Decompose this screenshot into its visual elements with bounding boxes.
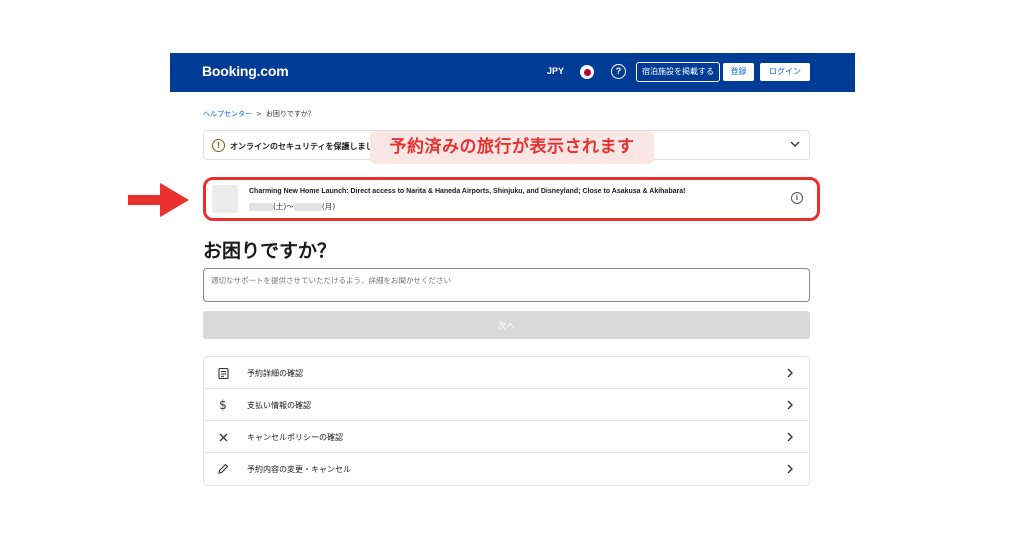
info-icon[interactable]: i [791, 192, 803, 204]
next-button[interactable]: 次へ [203, 311, 810, 339]
dollar-icon: $ [219, 398, 227, 412]
chevron-down-icon[interactable] [789, 138, 801, 150]
help-center-page: Booking.com JPY ? 宿泊施設を掲載する 登録 ログイン ヘルプセ… [170, 53, 855, 493]
breadcrumb-current: お困りですか？ [265, 110, 315, 118]
warning-icon: ! [212, 139, 225, 152]
login-button[interactable]: ログイン [760, 63, 810, 81]
checkout-date-redacted [293, 202, 322, 211]
security-banner-text: オンラインのセキュリティを保護しまし [230, 142, 374, 151]
checkout-day: (月) [321, 202, 336, 211]
help-options-list: 予約詳細の確認 $ 支払い情報の確認 キャンセルポリシーの確認 予約内容の変更・… [203, 356, 810, 486]
red-arrow-icon [128, 183, 189, 217]
chevron-right-icon [787, 432, 793, 442]
page-title: お困りですか？ [203, 240, 337, 262]
breadcrumb: ヘルプセンター > お困りですか？ [203, 109, 315, 119]
option-booking-details[interactable]: 予約詳細の確認 [204, 357, 809, 389]
pencil-icon [216, 462, 230, 476]
option-payment-info[interactable]: $ 支払い情報の確認 [204, 389, 809, 421]
checkin-day: (土)〜 [273, 202, 294, 211]
annotation-callout: 予約済みの旅行が表示されます [370, 131, 654, 164]
currency-selector[interactable]: JPY [547, 66, 564, 76]
option-cancellation-policy[interactable]: キャンセルポリシーの確認 [204, 421, 809, 453]
option-label: 予約詳細の確認 [247, 369, 303, 378]
receipt-icon [216, 366, 230, 380]
booking-title: Charming New Home Launch: Direct access … [249, 188, 686, 195]
booking-card[interactable]: Charming New Home Launch: Direct access … [203, 177, 820, 221]
x-icon [216, 430, 230, 444]
top-header: Booking.com JPY ? 宿泊施設を掲載する 登録 ログイン [170, 53, 855, 92]
support-details-textarea[interactable] [203, 268, 810, 302]
option-change-cancel[interactable]: 予約内容の変更・キャンセル [204, 453, 809, 485]
property-thumbnail [212, 185, 238, 213]
breadcrumb-separator-icon: > [256, 110, 262, 118]
booking-logo[interactable]: Booking.com [202, 63, 289, 79]
chevron-right-icon [787, 368, 793, 378]
language-flag-icon[interactable] [580, 65, 594, 79]
register-button[interactable]: 登録 [723, 63, 754, 81]
option-label: 予約内容の変更・キャンセル [247, 465, 351, 474]
booking-dates: (土)〜 (月) [249, 201, 335, 212]
option-label: キャンセルポリシーの確認 [247, 433, 343, 442]
list-property-button[interactable]: 宿泊施設を掲載する [636, 62, 720, 82]
option-label: 支払い情報の確認 [247, 401, 311, 410]
chevron-right-icon [787, 400, 793, 410]
chevron-right-icon [787, 464, 793, 474]
checkin-date-redacted [249, 202, 273, 211]
help-icon[interactable]: ? [611, 64, 626, 79]
breadcrumb-help-center-link[interactable]: ヘルプセンター [203, 109, 252, 119]
